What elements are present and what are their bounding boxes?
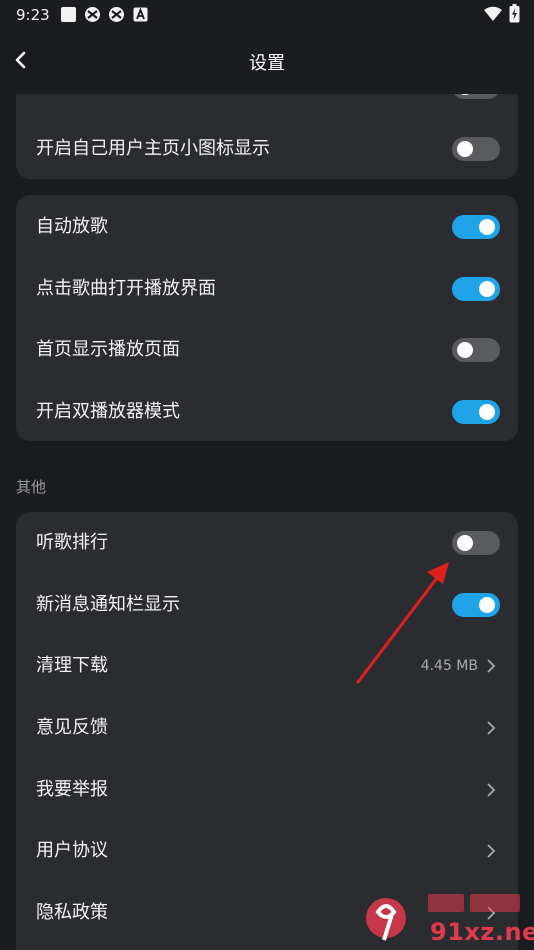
setting-label: 意见反馈	[36, 717, 108, 738]
status-right-icons	[483, 4, 520, 23]
setting-label: 首页显示播放页面	[36, 339, 180, 360]
setting-label: 用户协议	[36, 840, 108, 861]
font-a-icon	[133, 7, 148, 22]
notification-square-icon	[61, 7, 76, 22]
toggle-knob	[457, 141, 473, 157]
watermark-text: 91xz.net	[430, 918, 534, 946]
autoplay-toggle[interactable]	[452, 215, 500, 239]
app-bar: 设置	[0, 30, 534, 92]
setting-row-home-player[interactable]: 首页显示播放页面	[16, 319, 518, 381]
setting-label: 新消息通知栏显示	[36, 594, 180, 615]
privacy-card: 允许向其他用户展示我的收藏 开启自己用户主页小图标显示	[16, 92, 518, 179]
setting-row-profile-icon[interactable]: 开启自己用户主页小图标显示	[16, 118, 518, 179]
setting-label: 允许向其他用户展示我的收藏	[36, 92, 270, 118]
page-title: 设置	[249, 53, 285, 74]
home-player-toggle[interactable]	[452, 338, 500, 362]
chevron-right-icon	[487, 659, 496, 673]
notification-bar-toggle[interactable]	[452, 593, 500, 617]
open-player-toggle[interactable]	[452, 277, 500, 301]
download-size-value: 4.45 MB	[420, 658, 478, 674]
setting-row-show-favorites[interactable]: 允许向其他用户展示我的收藏	[16, 92, 518, 118]
profile-icon-toggle[interactable]	[452, 137, 500, 161]
scroll-edge	[0, 92, 534, 94]
setting-row-clear-downloads[interactable]: 清理下载 4.45 MB	[16, 635, 518, 697]
battery-charging-icon	[509, 4, 520, 23]
setting-row-open-player[interactable]: 点击歌曲打开播放界面	[16, 258, 518, 320]
settings-list[interactable]: 允许向其他用户展示我的收藏 开启自己用户主页小图标显示 自动放歌 点击歌曲打开播…	[0, 92, 534, 950]
setting-row-dual-player[interactable]: 开启双播放器模式	[16, 381, 518, 441]
toggle-knob	[457, 535, 473, 551]
section-title-other: 其他	[16, 478, 47, 496]
chevron-right-icon	[487, 783, 496, 797]
setting-row-notification-bar[interactable]: 新消息通知栏显示	[16, 574, 518, 636]
toggle-knob	[479, 281, 495, 297]
setting-row-report[interactable]: 我要举报	[16, 759, 518, 821]
setting-label: 点击歌曲打开播放界面	[36, 278, 216, 299]
wifi-icon	[484, 6, 502, 21]
app-logo-icon-2	[109, 7, 124, 22]
setting-label: 开启双播放器模式	[36, 401, 180, 422]
setting-label: 听歌排行	[36, 532, 108, 553]
setting-label: 开启自己用户主页小图标显示	[36, 138, 270, 159]
toggle-knob	[479, 597, 495, 613]
toggle-knob	[479, 219, 495, 235]
setting-label: 自动放歌	[36, 216, 108, 237]
setting-row-feedback[interactable]: 意见反馈	[16, 697, 518, 759]
status-bar: 9:23	[0, 0, 534, 30]
setting-label: 隐私政策	[36, 902, 108, 923]
toggle-knob	[479, 404, 495, 420]
chevron-right-icon	[487, 844, 496, 858]
status-time: 9:23	[16, 6, 50, 24]
app-logo-icon	[85, 7, 100, 22]
setting-label: 我要举报	[36, 779, 108, 800]
toggle-knob	[457, 342, 473, 358]
dual-player-toggle[interactable]	[452, 400, 500, 424]
listening-rank-toggle[interactable]	[452, 531, 500, 555]
setting-row-listening-rank[interactable]: 听歌排行	[16, 512, 518, 574]
chevron-right-icon	[487, 721, 496, 735]
setting-label: 清理下载	[36, 655, 108, 676]
setting-row-user-agreement[interactable]: 用户协议	[16, 820, 518, 882]
playback-card: 自动放歌 点击歌曲打开播放界面 首页显示播放页面 开启双播放器模式	[16, 195, 518, 441]
setting-row-autoplay[interactable]: 自动放歌	[16, 196, 518, 258]
